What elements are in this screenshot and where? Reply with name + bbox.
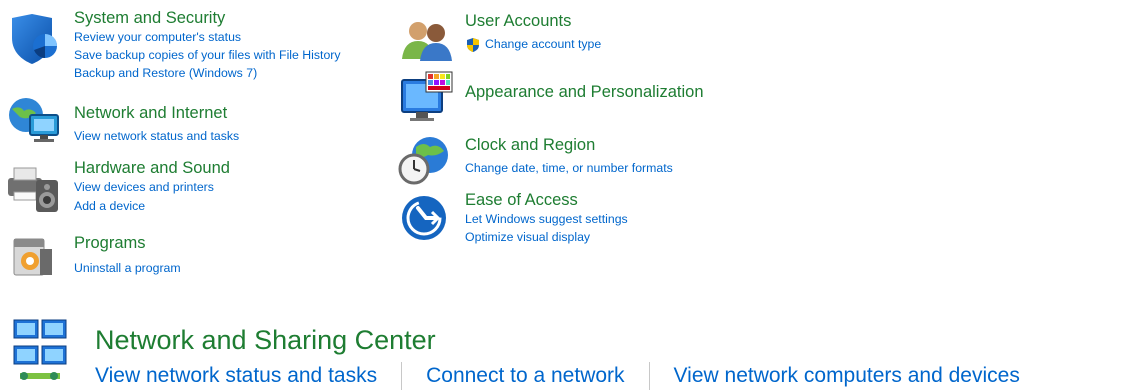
network-internet-title[interactable]: Network and Internet	[74, 103, 239, 123]
ease-of-access-icon[interactable]	[400, 194, 448, 242]
system-security-title[interactable]: System and Security	[74, 8, 341, 28]
network-globe-icon[interactable]	[6, 95, 62, 147]
connect-to-network-link[interactable]: Connect to a network	[426, 362, 624, 390]
clock-region-title[interactable]: Clock and Region	[465, 135, 673, 155]
network-sharing-center-section: Network and Sharing Center View network …	[0, 310, 1124, 390]
clock-globe-icon[interactable]	[398, 135, 454, 187]
programs-icon[interactable]	[10, 235, 56, 279]
network-sharing-center-title[interactable]: Network and Sharing Center	[95, 324, 436, 356]
devices-printers-link[interactable]: View devices and printers	[74, 178, 230, 197]
network-computers-icon[interactable]	[10, 314, 70, 386]
user-accounts-title[interactable]: User Accounts	[465, 11, 601, 31]
users-icon[interactable]	[400, 19, 456, 63]
link-separator	[401, 362, 403, 390]
date-time-formats-link[interactable]: Change date, time, or number formats	[465, 159, 673, 178]
backup-restore-link[interactable]: Backup and Restore (Windows 7)	[74, 64, 341, 82]
change-account-type-link[interactable]: Change account type	[465, 35, 601, 54]
network-status-link[interactable]: View network status and tasks	[74, 127, 239, 146]
appearance-title[interactable]: Appearance and Personalization	[465, 82, 704, 102]
file-history-link[interactable]: Save backup copies of your files with Fi…	[74, 46, 341, 64]
optimize-display-link[interactable]: Optimize visual display	[465, 228, 628, 246]
review-status-link[interactable]: Review your computer's status	[74, 28, 341, 46]
uac-shield-icon	[467, 37, 479, 52]
ease-of-access-title[interactable]: Ease of Access	[465, 190, 628, 210]
add-device-link[interactable]: Add a device	[74, 197, 230, 216]
view-network-computers-link[interactable]: View network computers and devices	[674, 362, 1020, 390]
printer-speaker-icon[interactable]	[6, 162, 62, 214]
hardware-sound-title[interactable]: Hardware and Sound	[74, 158, 230, 178]
uninstall-program-link[interactable]: Uninstall a program	[74, 259, 181, 278]
shield-icon[interactable]	[8, 12, 62, 68]
view-network-status-link[interactable]: View network status and tasks	[95, 362, 377, 390]
monitor-palette-icon[interactable]	[400, 70, 456, 126]
network-sharing-links: View network status and tasks Connect to…	[95, 360, 1020, 392]
programs-title[interactable]: Programs	[74, 233, 181, 253]
suggest-settings-link[interactable]: Let Windows suggest settings	[465, 210, 628, 228]
change-account-type-label: Change account type	[485, 37, 602, 51]
link-separator	[648, 362, 650, 390]
